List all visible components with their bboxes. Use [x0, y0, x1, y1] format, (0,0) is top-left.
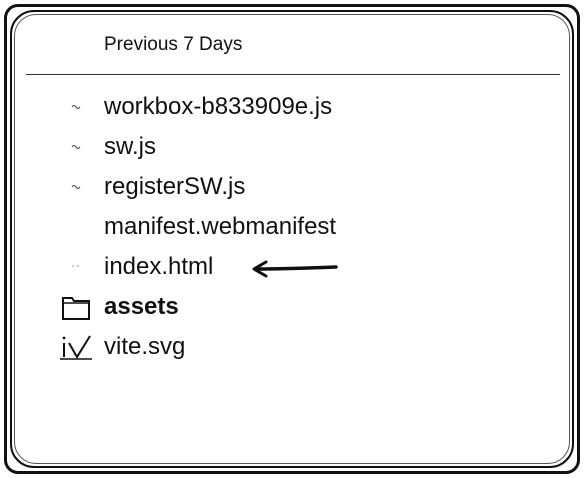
svg-file-icon [56, 333, 96, 361]
html-file-icon [56, 253, 96, 281]
annotation-arrow-icon [252, 260, 338, 278]
list-item-manifest[interactable]: manifest.webmanifest [56, 211, 476, 243]
file-name: assets [104, 293, 179, 320]
list-item-sw[interactable]: sw.js [56, 131, 476, 163]
script-file-icon [56, 93, 96, 121]
file-name: registerSW.js [104, 173, 246, 200]
list-item-registersw[interactable]: registerSW.js [56, 171, 476, 203]
list-item-workbox[interactable]: workbox-b833909e.js [56, 91, 476, 123]
file-name: index.html [104, 253, 214, 280]
folder-icon [56, 293, 96, 321]
file-name: sw.js [104, 133, 157, 160]
file-name: vite.svg [104, 333, 186, 360]
script-file-icon [56, 133, 96, 161]
script-file-icon [56, 173, 96, 201]
file-name: workbox-b833909e.js [104, 93, 333, 120]
list-item-vite-svg[interactable]: vite.svg [56, 331, 476, 363]
file-name: manifest.webmanifest [104, 213, 337, 240]
divider [26, 74, 560, 75]
list-item-assets-folder[interactable]: assets [56, 291, 476, 323]
blank-file-icon [56, 213, 96, 241]
section-header-previous-7-days: Previous 7 Days [104, 34, 243, 55]
